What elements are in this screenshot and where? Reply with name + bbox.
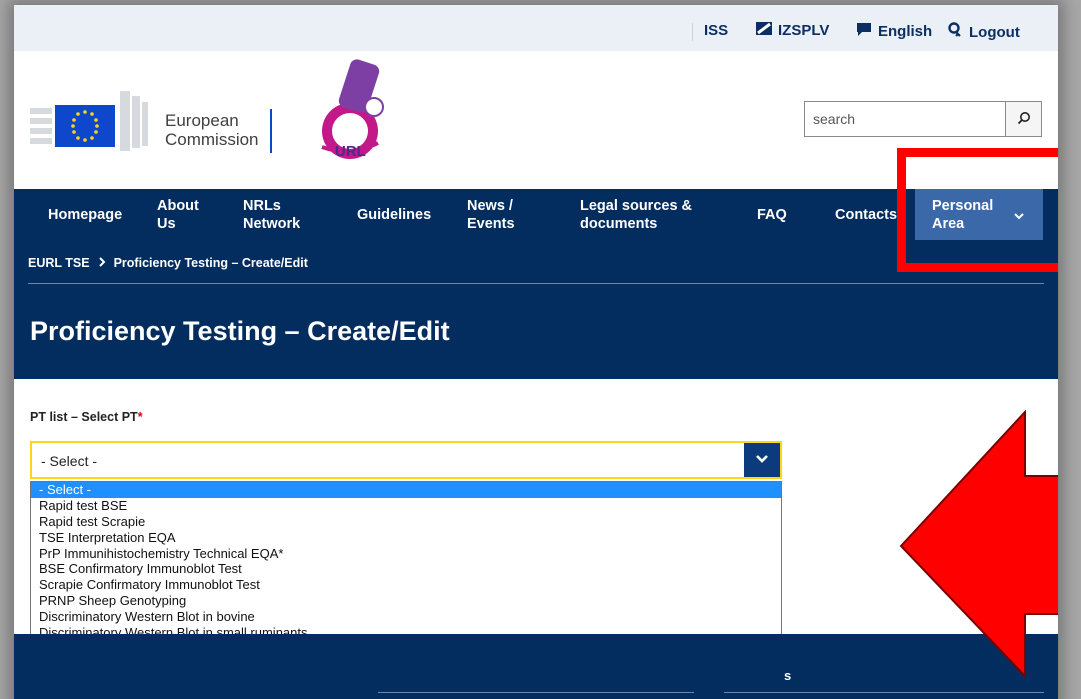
flag-icon (756, 22, 772, 39)
nav-nrls-network[interactable]: NRLs Network (243, 189, 300, 240)
nav-personal-area-label: Personal Area (932, 197, 994, 232)
search-button[interactable] (1005, 102, 1041, 136)
pt-list-label: PT list – Select PT* (30, 410, 143, 424)
footer-heading-fragment: s (784, 668, 792, 683)
iss-label: ISS (704, 22, 729, 39)
nav-guidelines[interactable]: Guidelines (357, 189, 431, 240)
nav-personal-area[interactable]: Personal Area (915, 189, 1043, 240)
utility-separator (692, 23, 693, 41)
language-link[interactable]: English (856, 22, 932, 41)
nav-homepage[interactable]: Homepage (48, 189, 122, 240)
footer-divider (378, 692, 694, 693)
breadcrumb: EURL TSE Proficiency Testing – Create/Ed… (28, 256, 308, 270)
nav-nrls-network-label: NRLs Network (243, 197, 301, 232)
footer-divider (724, 692, 1044, 693)
breadcrumb-current: Proficiency Testing – Create/Edit (113, 256, 308, 270)
chevron-down-icon (755, 451, 769, 469)
pt-option[interactable]: - Select - (31, 482, 781, 498)
nav-faq[interactable]: FAQ (757, 189, 787, 240)
language-label: English (878, 23, 933, 40)
pt-select-value: - Select - (41, 453, 98, 469)
pt-option[interactable]: PRNP Sheep Genotyping (31, 593, 781, 609)
pt-option[interactable]: BSE Confirmatory Immunoblot Test (31, 561, 781, 577)
utility-bar: ISS IZSPLV English Logout (14, 5, 1058, 51)
nav-about-us-label: About Us (157, 197, 199, 232)
nav-legal-sources[interactable]: Legal sources & documents (580, 189, 692, 240)
breadcrumb-chevron-icon (98, 256, 106, 270)
page-title: Proficiency Testing – Create/Edit (30, 316, 450, 346)
page-header-band: EURL TSE Proficiency Testing – Create/Ed… (14, 240, 1058, 379)
nav-contacts-label: Contacts (835, 206, 898, 223)
pt-option[interactable]: PrP Immunihistochemistry Technical EQA* (31, 546, 781, 562)
pt-list-label-text: PT list – Select PT (30, 410, 138, 424)
nav-legal-sources-label: Legal sources & documents (580, 197, 693, 232)
pt-option[interactable]: TSE Interpretation EQA (31, 530, 781, 546)
ec-logo-line1: European (165, 111, 239, 130)
ec-flag-icon (30, 91, 148, 151)
nav-news-events-label: News / Events (467, 197, 515, 232)
user-key-icon (947, 22, 963, 42)
nav-faq-label: FAQ (757, 206, 787, 223)
eurl-logo-text: URL (335, 143, 366, 160)
pt-option[interactable]: Rapid test BSE (31, 498, 781, 514)
pt-option[interactable]: Rapid test Scrapie (31, 514, 781, 530)
breadcrumb-root[interactable]: EURL TSE (28, 256, 90, 270)
browser-page: ISS IZSPLV English Logout European Commi… (14, 5, 1058, 699)
izsplv-label: IZSPLV (778, 22, 830, 39)
ec-logo-line2: Commission (165, 130, 259, 149)
title-divider (28, 283, 1044, 284)
search-icon (1017, 111, 1031, 128)
pt-option[interactable]: Discriminatory Western Blot in bovine (31, 609, 781, 625)
search-input[interactable] (805, 102, 1005, 136)
nav-homepage-label: Homepage (48, 206, 123, 223)
izsplv-link[interactable]: IZSPLV (756, 22, 829, 39)
pt-select[interactable]: - Select - (30, 441, 782, 479)
search-box (804, 101, 1042, 137)
pt-option[interactable]: Scrapie Confirmatory Immunoblot Test (31, 577, 781, 593)
iss-link[interactable]: ISS (704, 22, 728, 39)
main-navigation: Homepage About Us NRLs Network Guideline… (14, 189, 1058, 240)
nav-about-us[interactable]: About Us (157, 189, 199, 240)
nav-guidelines-label: Guidelines (357, 206, 432, 223)
select-toggle-button[interactable] (744, 443, 780, 477)
site-footer: s (14, 634, 1058, 699)
nav-contacts[interactable]: Contacts (835, 189, 897, 240)
site-header: European Commission URL (14, 51, 1058, 189)
ec-logo-divider (270, 109, 272, 153)
nav-news-events[interactable]: News / Events (467, 189, 515, 240)
chevron-down-icon (1013, 208, 1025, 226)
logout-label: Logout (969, 23, 1020, 41)
required-mark: * (137, 410, 143, 424)
eurl-logo[interactable]: URL (316, 59, 396, 165)
ec-logo-label: European Commission (165, 111, 259, 149)
speech-bubble-icon (856, 22, 872, 41)
logout-link[interactable]: Logout (947, 22, 1020, 42)
